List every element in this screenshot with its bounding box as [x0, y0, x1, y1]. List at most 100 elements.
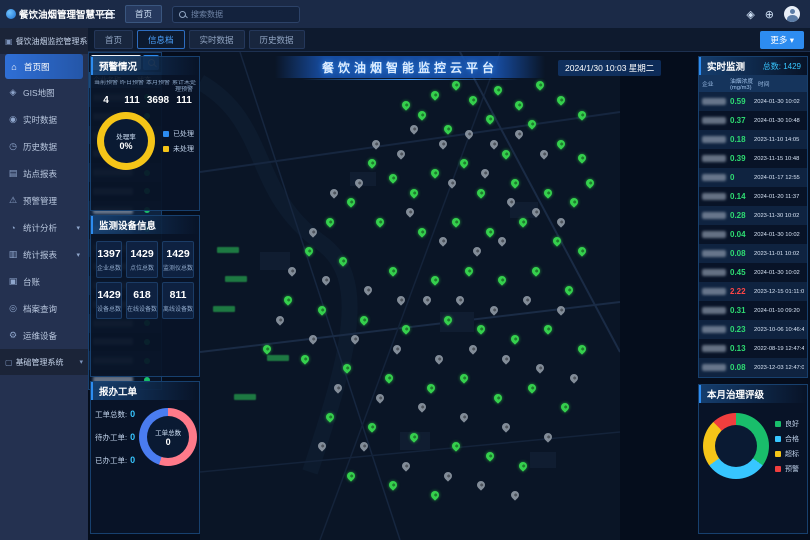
report-icon: ▤: [8, 168, 18, 179]
folder-icon: ▣: [5, 37, 13, 46]
search-placeholder: 搜索数据: [191, 9, 223, 20]
user-avatar[interactable]: [784, 6, 800, 22]
company-name-blurred: [702, 98, 726, 105]
map-label-blurred: [234, 394, 256, 400]
tab-info[interactable]: 信息档: [137, 30, 185, 49]
company-name-blurred: [702, 307, 726, 314]
concentration-value: 0: [730, 173, 752, 182]
realtime-row[interactable]: 0.372024-01-30 10:48: [699, 111, 807, 130]
concentration-value: 0.08: [730, 249, 752, 258]
sidebar-item-ledger[interactable]: ▣ 台账: [0, 268, 88, 295]
tab-history[interactable]: 历史数据: [249, 30, 305, 49]
reading-time: 2024-01-20 11:37: [754, 194, 804, 200]
realtime-row[interactable]: 0.082023-12-03 12:47:03: [699, 358, 807, 377]
realtime-total-badge: 总数: 1429: [763, 61, 801, 72]
legend-swatch: [775, 421, 781, 427]
menu-toggle-icon[interactable]: [102, 10, 115, 19]
stat-label: 监测仪总数: [163, 263, 193, 272]
archive-icon: ◎: [8, 303, 18, 314]
sidebar-item-label: 台账: [23, 276, 40, 288]
realtime-row[interactable]: 0.082023-11-01 10:02: [699, 244, 807, 263]
sidebar-group-monitor-system[interactable]: ▣ 餐饮油烟监控管理系统 ▴: [0, 28, 88, 54]
reading-time: 2024-01-17 12:55: [754, 175, 804, 181]
sidebar-item-history-data[interactable]: ◷历史数据: [0, 133, 88, 160]
legend-item: 超标: [775, 449, 799, 459]
realtime-row[interactable]: 0.452024-01-30 10:02: [699, 263, 807, 282]
tab-home[interactable]: 首页: [94, 30, 133, 49]
concentration-value: 0.23: [730, 325, 752, 334]
realtime-row[interactable]: 0.132022-08-19 12:47:43: [699, 339, 807, 358]
realtime-row[interactable]: 0.592024-01-30 10:02: [699, 92, 807, 111]
stat-label: 设备总数: [97, 304, 121, 313]
app-root: 餐饮油烟管理智慧平台 首页 搜索数据 ◈ ⊕ ▣ 餐饮油烟监控管理系统 ▴ ⌂首…: [0, 0, 810, 540]
rating-legend: 良好合格超标预警: [775, 419, 799, 474]
globe-icon[interactable]: ⊕: [765, 8, 774, 21]
legend-item: 良好: [775, 419, 799, 429]
device-stat: 811离线设备数: [162, 282, 194, 319]
stat-label: 累计未处理预警: [171, 80, 197, 94]
app-logo-icon: [6, 9, 16, 19]
tab-realtime[interactable]: 实时数据: [189, 30, 245, 49]
sidebar-item-archive-query[interactable]: ◎档案查询: [0, 295, 88, 322]
realtime-icon: ◉: [8, 114, 18, 125]
realtime-row[interactable]: 0.392023-11-15 10:48: [699, 149, 807, 168]
badge-icon[interactable]: ◈: [746, 8, 754, 21]
sidebar-item-maintenance-device[interactable]: ⚙运维设备: [0, 322, 88, 349]
realtime-row[interactable]: 02024-01-17 12:55: [699, 168, 807, 187]
realtime-panel-title: 实时监测: [707, 59, 745, 73]
sidebar-item-site-report[interactable]: ▤站点报表: [0, 160, 88, 187]
legend-label: 已处理: [173, 129, 194, 139]
legend-label: 合格: [785, 434, 799, 444]
topbar-tab-home[interactable]: 首页: [125, 5, 162, 23]
realtime-row[interactable]: 0.312024-01-10 09:20: [699, 301, 807, 320]
stat-value: 618: [127, 289, 157, 301]
stat-label: 企业总数: [97, 263, 121, 272]
more-button[interactable]: 更多 ▾: [760, 31, 804, 49]
device-stat: 1397企业总数: [96, 241, 122, 278]
stat-label: 点位总数: [127, 263, 157, 272]
realtime-row[interactable]: 0.042024-01-30 10:02: [699, 225, 807, 244]
sidebar-item-label: 历史数据: [23, 141, 57, 153]
donut-center-value: 0%: [119, 141, 132, 151]
company-name-blurred: [702, 345, 726, 352]
warning-stats: 当前预警4昨日预警111本月预警3698累计未处理预警111: [91, 75, 199, 108]
donut-center-label: 处理率: [116, 131, 136, 141]
sidebar-item-statistics-report[interactable]: ▥统计报表▾: [0, 241, 88, 268]
reading-time: 2024-01-30 10:02: [754, 99, 804, 105]
map-label-blurred: [225, 276, 247, 282]
topbar-search[interactable]: 搜索数据: [172, 6, 300, 23]
realtime-row[interactable]: 2.222023-12-15 01:11:00: [699, 282, 807, 301]
sidebar-item-label: 统计分析: [23, 222, 57, 234]
realtime-row[interactable]: 0.232023-10-06 10:46:43: [699, 320, 807, 339]
legend-item: 合格: [775, 434, 799, 444]
concentration-value: 0.39: [730, 154, 752, 163]
realtime-row[interactable]: 0.182023-11-10 14:05: [699, 130, 807, 149]
device-stat: 618在线设备数: [126, 282, 158, 319]
sidebar-item-realtime-data[interactable]: ◉实时数据: [0, 106, 88, 133]
ledger-icon: ▣: [8, 276, 18, 287]
realtime-rows: 0.592024-01-30 10:020.372024-01-30 10:48…: [699, 92, 807, 377]
sidebar-item-gis-map[interactable]: ◈GIS地图: [0, 79, 88, 106]
company-name-blurred: [702, 174, 726, 181]
donut-center-value: 0: [166, 437, 171, 447]
sidebar-item-statistics-analysis[interactable]: ◔统计分析▾: [0, 214, 88, 241]
reading-time: 2022-08-19 12:47:43: [754, 346, 804, 352]
realtime-row[interactable]: 0.142024-01-20 11:37: [699, 187, 807, 206]
warning-stat: 本月预警3698: [145, 80, 171, 106]
stat-value: 111: [171, 95, 197, 106]
chevron-down-icon: ▾: [79, 358, 83, 366]
reading-time: 2024-01-30 10:02: [754, 232, 804, 238]
sidebar-item-alert-management[interactable]: ⚠预警管理: [0, 187, 88, 214]
realtime-row[interactable]: 0.282023-11-30 10:02: [699, 206, 807, 225]
sidebar-item-home[interactable]: ⌂首页图: [5, 54, 83, 79]
map-canvas[interactable]: 餐饮油烟智能监控云平台: [200, 52, 620, 540]
sidebar-group-base-system[interactable]: ▢ 基础管理系统 ▾: [0, 349, 88, 375]
reading-time: 2023-12-15 01:11:00: [754, 289, 804, 295]
legend-label: 未处理: [173, 144, 194, 154]
concentration-value: 0.45: [730, 268, 752, 277]
legend-item: 已处理: [163, 129, 194, 139]
reading-time: 2023-11-15 10:48: [754, 156, 804, 162]
device-stat: 1429监测仪总数: [162, 241, 194, 278]
rating-panel: 本月治理评级 良好合格超标预警: [698, 384, 808, 534]
sidebar: ▣ 餐饮油烟监控管理系统 ▴ ⌂首页图◈GIS地图◉实时数据◷历史数据▤站点报表…: [0, 28, 88, 540]
